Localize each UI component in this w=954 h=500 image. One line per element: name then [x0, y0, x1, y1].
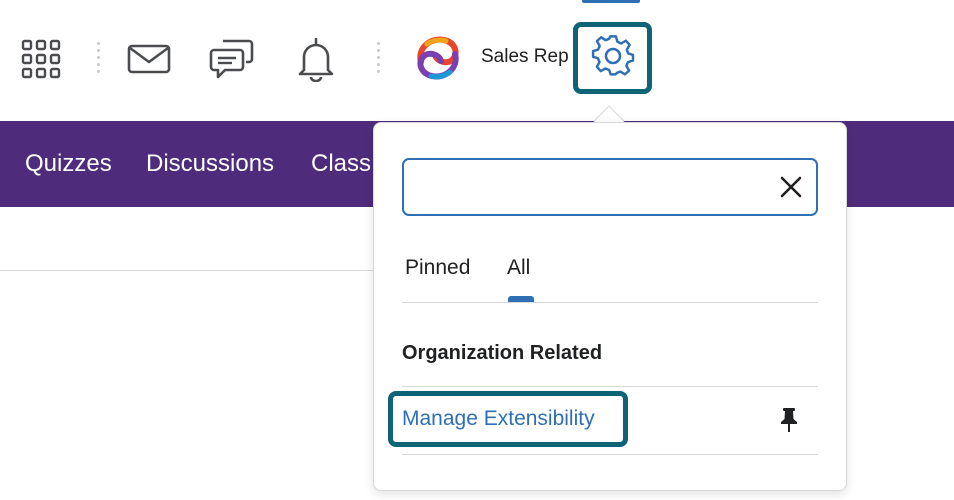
close-icon[interactable]	[778, 174, 804, 200]
section-divider	[402, 386, 818, 387]
tabs-divider	[402, 302, 818, 303]
separator	[97, 42, 101, 76]
nav-item-class[interactable]: Class	[311, 150, 371, 178]
nav-item-discussions[interactable]: Discussions	[146, 150, 274, 178]
gear-icon	[591, 34, 635, 83]
section-title: Organization Related	[402, 342, 603, 364]
apps-grid-icon[interactable]	[20, 38, 62, 80]
admin-tools-dropdown: Pinned All Organization Related Manage E…	[373, 122, 847, 491]
search-box	[402, 158, 818, 216]
pin-icon[interactable]	[777, 407, 801, 433]
active-indicator	[582, 0, 640, 3]
mail-icon[interactable]	[126, 42, 172, 76]
organization-logo[interactable]	[413, 34, 463, 82]
separator	[377, 42, 381, 76]
tab-pinned[interactable]: Pinned	[405, 256, 470, 280]
admin-tools-button[interactable]	[573, 22, 652, 94]
nav-item-quizzes[interactable]: Quizzes	[25, 150, 112, 178]
bell-icon[interactable]	[295, 36, 337, 82]
item-divider	[402, 454, 818, 455]
tab-all[interactable]: All	[507, 256, 530, 280]
chat-icon[interactable]	[208, 36, 256, 82]
user-name[interactable]: Sales Rep	[481, 46, 569, 68]
top-header: Sales Rep	[0, 0, 954, 121]
manage-extensibility-link[interactable]: Manage Extensibility	[402, 407, 595, 431]
search-input[interactable]	[416, 170, 756, 204]
content-divider	[0, 270, 380, 271]
